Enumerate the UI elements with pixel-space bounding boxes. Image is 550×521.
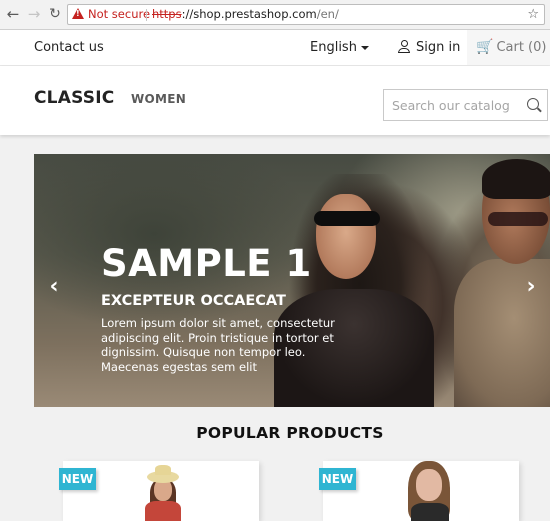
menu-item-women[interactable]: WOMEN xyxy=(131,92,186,106)
slide-image-man-hair xyxy=(482,159,550,199)
slide-image-woman-face xyxy=(316,194,376,279)
language-selector[interactable]: English xyxy=(310,40,369,55)
product-image-top xyxy=(411,503,449,521)
bookmark-star-icon[interactable]: ☆ xyxy=(527,5,539,24)
url-path: /en/ xyxy=(316,7,339,21)
product-image-hat-crown xyxy=(155,465,171,475)
top-nav: Contact us English Sign in 🛒 Cart (0) xyxy=(0,30,550,66)
shop-logo[interactable]: CLASSIC xyxy=(34,88,114,108)
carousel-next-chevron-icon[interactable]: › xyxy=(524,276,538,298)
new-badge: NEW xyxy=(59,468,96,490)
forward-arrow-icon[interactable]: → xyxy=(25,5,43,23)
url-text[interactable]: https://shop.prestashop.com/en/ xyxy=(152,5,339,24)
search-input[interactable] xyxy=(384,90,522,120)
url-host: ://shop.prestashop.com xyxy=(181,7,317,21)
slide-subtitle: EXCEPTEUR OCCAECAT xyxy=(101,293,286,309)
carousel-prev-chevron-icon[interactable]: ‹ xyxy=(47,276,61,298)
hero-carousel[interactable]: SAMPLE 1 EXCEPTEUR OCCAECAT Lorem ipsum … xyxy=(34,154,550,407)
popular-products-heading: POPULAR PRODUCTS xyxy=(196,424,384,442)
product-image-face xyxy=(416,469,442,501)
address-bar[interactable]: Not secure https://shop.prestashop.com/e… xyxy=(67,4,545,25)
divider xyxy=(146,9,147,21)
slide-description: Lorem ipsum dolor sit amet, consectetur … xyxy=(101,316,335,375)
caret-down-icon xyxy=(360,45,369,50)
shopping-cart-icon: 🛒 xyxy=(476,39,494,55)
search-icon[interactable] xyxy=(527,98,539,110)
browser-toolbar: ← → ↻ Not secure https://shop.prestashop… xyxy=(0,0,550,30)
cart-button[interactable]: 🛒 Cart (0) xyxy=(467,30,550,65)
security-indicator[interactable]: Not secure xyxy=(88,5,150,24)
sign-in-label: Sign in xyxy=(416,40,461,55)
back-arrow-icon[interactable]: ← xyxy=(4,5,22,23)
user-icon xyxy=(398,40,411,53)
sign-in-link[interactable]: Sign in xyxy=(398,40,460,55)
warning-triangle-icon xyxy=(72,8,84,19)
slide-image-woman-sunglasses xyxy=(314,211,380,226)
slide-image-man-sunglasses xyxy=(488,212,548,226)
slide-title: SAMPLE 1 xyxy=(101,242,312,285)
product-image-top xyxy=(145,501,181,521)
cart-label: Cart (0) xyxy=(496,40,547,55)
reload-icon[interactable]: ↻ xyxy=(46,5,64,23)
new-badge: NEW xyxy=(319,468,356,490)
site-header: CLASSIC WOMEN xyxy=(0,66,550,135)
language-label: English xyxy=(310,40,357,55)
search-widget xyxy=(383,89,548,121)
contact-us-link[interactable]: Contact us xyxy=(34,40,104,55)
url-scheme: https xyxy=(152,7,182,21)
